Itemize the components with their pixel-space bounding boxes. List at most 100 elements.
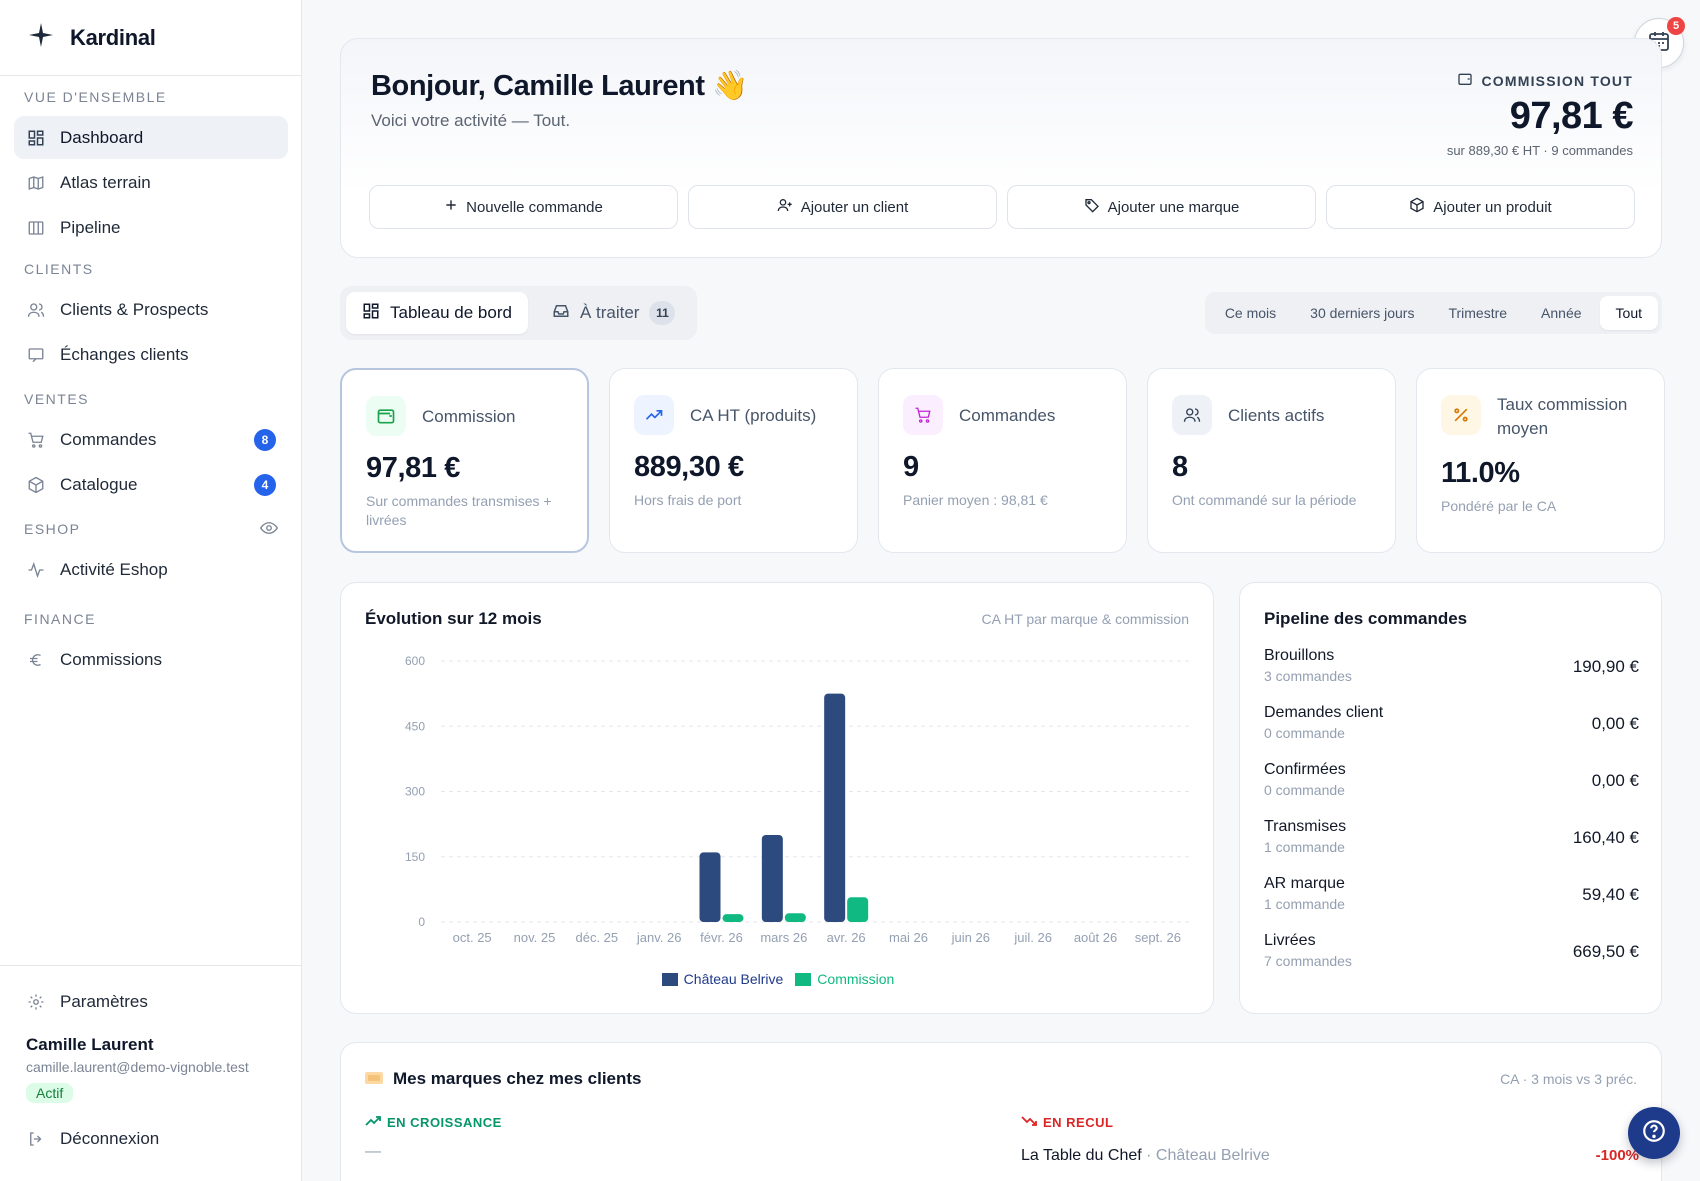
kpi-value: 889,30 € (634, 451, 744, 483)
sidebar-item-dashboard[interactable]: Dashboard (14, 116, 288, 159)
sidebar-item-commandes[interactable]: Commandes 8 (14, 418, 288, 461)
add-brand-button[interactable]: Ajouter une marque (1007, 185, 1316, 229)
wallet-icon (1457, 71, 1473, 90)
settings-link[interactable]: Paramètres (14, 980, 288, 1023)
cart-icon (903, 395, 943, 435)
new-order-button[interactable]: Nouvelle commande (369, 185, 678, 229)
tab-dashboard[interactable]: Tableau de bord (346, 292, 528, 334)
eye-icon[interactable] (259, 521, 279, 538)
add-client-label: Ajouter un client (800, 198, 909, 216)
nav-section-title: VENTES (14, 388, 288, 410)
bar-commission (784, 913, 806, 922)
hero-commission-value: 97,81 € (1509, 95, 1634, 137)
sidebar-item-activite-eshop[interactable]: Activité Eshop (14, 548, 288, 591)
kpi-sub: Hors frais de port (634, 492, 742, 508)
sidebar-item-label: Activité Eshop (60, 559, 168, 579)
columns-icon (26, 218, 46, 238)
sidebar-item-badge: 8 (254, 428, 276, 451)
sidebar-item-label: Commissions (60, 649, 163, 669)
user-name: Camille Laurent (26, 1035, 154, 1054)
decline-row[interactable]: La Table du Chef · Château Belrive -100% (1021, 1147, 1639, 1165)
help-button[interactable] (1628, 1107, 1680, 1159)
pipeline-count: 0 commande (1264, 782, 1345, 798)
period-this-month[interactable]: Ce mois (1209, 296, 1292, 330)
kpi-card-commission[interactable]: Commission 97,81 € Sur commandes transmise… (340, 368, 589, 553)
logout-link[interactable]: Déconnexion (14, 1117, 288, 1160)
pipeline-amount: 160,40 € (1572, 828, 1639, 847)
kpi-card-orders[interactable]: Commandes 9 Panier moyen : 98,81 € (878, 368, 1127, 553)
decline-brand: Château Belrive (1155, 1147, 1270, 1164)
nav-section-title-text: VUE D'ENSEMBLE (24, 89, 167, 105)
x-tick-label: mai 26 (889, 930, 928, 945)
brand[interactable]: Kardinal (0, 0, 301, 76)
new-order-label: Nouvelle commande (466, 198, 603, 216)
kpi-card-commission-rate[interactable]: Taux commission moyen 11.0% Pondéré par le… (1416, 368, 1665, 553)
pipeline-row[interactable]: AR marque 1 commande 59,40 € (1264, 875, 1639, 925)
growth-column-label: EN CROISSANCE (365, 1115, 502, 1130)
sidebar-item-clients-prospects[interactable]: Clients & Prospects (14, 288, 288, 331)
bar-brand (761, 835, 783, 922)
y-tick-label: 450 (405, 719, 425, 733)
add-client-button[interactable]: Ajouter un client (688, 185, 997, 229)
period-last-30-days[interactable]: 30 derniers jours (1294, 296, 1430, 330)
bar-brand (699, 852, 721, 922)
inbox-icon (552, 302, 570, 325)
map-icon (26, 173, 46, 193)
period-filter: Ce mois 30 derniers jours Trimestre Anné… (1204, 292, 1662, 334)
nav-section-clients: CLIENTS Clients & Prospects Échanges clien… (0, 258, 302, 378)
nav-section-finance: FINANCE Commissions (0, 608, 302, 683)
pipeline-row[interactable]: Confirmées 0 commande 0,00 € (1264, 761, 1639, 811)
decline-label-text: EN RECUL (1043, 1115, 1114, 1130)
nav-section-title-text: FINANCE (24, 611, 96, 627)
logo-icon (28, 22, 54, 53)
message-icon (26, 345, 46, 365)
x-tick-label: janv. 26 (636, 930, 682, 945)
bar-brand (824, 693, 846, 922)
brands-hint: CA · 3 mois vs 3 préc. (1500, 1071, 1637, 1087)
tag-icon (1084, 197, 1100, 217)
kpi-value: 97,81 € (366, 452, 460, 484)
x-tick-label: juin 26 (951, 930, 990, 945)
sidebar-item-commissions[interactable]: Commissions (14, 638, 288, 681)
sidebar-item-pipeline[interactable]: Pipeline (14, 206, 288, 249)
welcome-hero: Bonjour, Camille Laurent 👋 Voici votre a… (340, 38, 1662, 258)
tab-dashboard-label: Tableau de bord (390, 303, 512, 322)
sidebar-item-label: Catalogue (60, 474, 138, 494)
tab-to-process[interactable]: À traiter 11 (536, 292, 692, 334)
sidebar-item-echanges-clients[interactable]: Échanges clients (14, 333, 288, 376)
legend-item-brand[interactable]: Château Belrive (661, 971, 784, 987)
pipeline-title: Pipeline des commandes (1264, 609, 1468, 628)
view-tabs: Tableau de bord À traiter 11 (340, 286, 698, 340)
nav-section-title: ESHOP (14, 518, 288, 540)
legend-swatch-commission (795, 972, 812, 986)
brands-title-text: Mes marques chez mes clients (393, 1069, 642, 1088)
kpi-label: Clients actifs (1228, 406, 1325, 425)
period-quarter[interactable]: Trimestre (1432, 296, 1523, 330)
nav-section-title: FINANCE (14, 608, 288, 630)
legend-item-commission[interactable]: Commission (795, 971, 894, 987)
period-all[interactable]: Tout (1599, 296, 1658, 330)
wallet-icon (366, 396, 406, 436)
page-title: Bonjour, Camille Laurent 👋 (371, 70, 748, 102)
kpi-value: 11.0% (1441, 457, 1520, 489)
pipeline-amount: 190,90 € (1572, 657, 1639, 676)
add-product-button[interactable]: Ajouter un produit (1326, 185, 1635, 229)
nav-section-title-text: VENTES (24, 391, 90, 407)
page-subtitle: Voici votre activité — Tout. (371, 111, 571, 130)
percent-icon (1441, 395, 1481, 435)
pipeline-row[interactable]: Transmises 1 commande 160,40 € (1264, 818, 1639, 868)
legend-label-brand: Château Belrive (683, 971, 784, 987)
x-tick-label: sept. 26 (1135, 930, 1181, 945)
logout-label: Déconnexion (60, 1128, 160, 1148)
pipeline-row[interactable]: Brouillons 3 commandes 190,90 € (1264, 647, 1639, 697)
pipeline-row[interactable]: Demandes client 0 commande 0,00 € (1264, 704, 1639, 754)
sidebar-item-atlas-terrain[interactable]: Atlas terrain (14, 161, 288, 204)
period-year[interactable]: Année (1525, 296, 1597, 330)
kpi-card-revenue[interactable]: CA HT (produits) 889,30 € Hors frais de po… (609, 368, 858, 553)
gear-icon (26, 992, 46, 1012)
pipeline-row[interactable]: Livrées 7 commandes 669,50 € (1264, 932, 1639, 982)
sidebar-item-catalogue[interactable]: Catalogue 4 (14, 463, 288, 506)
kpi-card-active-clients[interactable]: Clients actifs 8 Ont commandé sur la pério… (1147, 368, 1396, 553)
trend-up-icon (634, 395, 674, 435)
grid-icon (362, 302, 380, 325)
